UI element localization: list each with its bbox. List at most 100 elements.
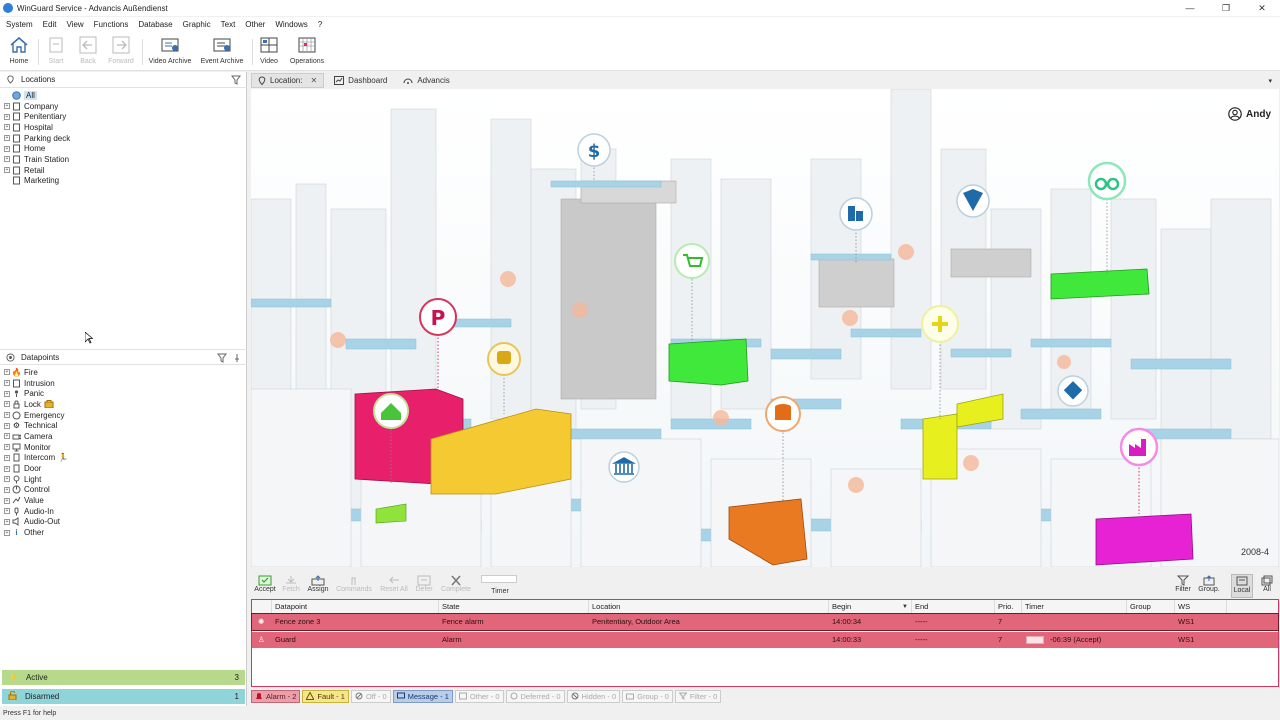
filter-button[interactable]: Filter	[1171, 574, 1195, 598]
column-end[interactable]: End	[912, 600, 995, 614]
menu-other[interactable]: Other	[245, 20, 265, 29]
menu-view[interactable]: View	[66, 20, 83, 29]
filter-other[interactable]: Other - 0	[454, 689, 504, 703]
tree-item-panic[interactable]: + Panic	[4, 388, 68, 399]
tree-item-intrusion[interactable]: + Intrusion	[4, 378, 68, 389]
tree-item-home[interactable]: + Home	[4, 143, 70, 154]
tab-advancis[interactable]: Advancis	[397, 73, 455, 88]
minimize-button[interactable]: —	[1172, 3, 1208, 14]
table-row[interactable]: ♙ Guard Alarm 14:00:33 ----- 7 -06:39 (A…	[252, 632, 1278, 648]
home-button[interactable]: Home	[4, 35, 34, 69]
filter-message[interactable]: Message - 1	[392, 689, 453, 703]
menu-windows[interactable]: Windows	[275, 20, 307, 29]
column-location[interactable]: Location	[589, 600, 829, 614]
datapoint-icon	[6, 352, 15, 362]
column-ws[interactable]: WS	[1175, 600, 1227, 614]
tab-close-icon[interactable]: ✕	[310, 76, 317, 85]
tree-item-penitentiary[interactable]: + Penitentiary	[4, 111, 70, 122]
event-archive-button[interactable]: Event Archive	[198, 35, 246, 69]
reset-all-button[interactable]: Reset All	[379, 574, 409, 598]
column-prio[interactable]: Prio.	[995, 600, 1022, 614]
column-timer[interactable]: Timer	[1022, 600, 1127, 614]
filter-icon[interactable]	[217, 353, 227, 363]
table-row[interactable]: ✺ Fence zone 3 Fence alarm Penitentiary,…	[251, 613, 1279, 631]
operations-button[interactable]: Operations	[286, 35, 328, 69]
info-icon: i	[15, 528, 18, 538]
column-datapoint[interactable]: Datapoint	[272, 600, 439, 614]
filter-filter[interactable]: Filter - 0	[674, 689, 722, 703]
tree-item-audio-out[interactable]: + Audio-Out	[4, 517, 68, 528]
forward-button[interactable]: Forward	[104, 35, 138, 69]
commands-button[interactable]: Commands	[335, 574, 373, 598]
tree-item-train-station[interactable]: + Train Station	[4, 154, 70, 165]
tree-item-audio-in[interactable]: + Audio-In	[4, 506, 68, 517]
disarmed-status-row[interactable]: Disarmed 1	[2, 689, 245, 704]
city-map-view[interactable]: $ P Andy 2008-4	[251, 89, 1279, 567]
assign-button[interactable]: Assign	[305, 574, 331, 598]
filter-alarm[interactable]: Alarm - 2	[251, 689, 301, 703]
tab-location[interactable]: Location: ✕	[251, 73, 325, 88]
menu-system[interactable]: System	[6, 20, 33, 29]
filter-off[interactable]: Off - 0	[350, 689, 391, 703]
tree-item-light[interactable]: + Light	[4, 474, 68, 485]
panic-icon	[12, 390, 21, 398]
tree-item-hospital[interactable]: + Hospital	[4, 122, 70, 133]
building-icon	[12, 112, 21, 121]
menu-functions[interactable]: Functions	[94, 20, 129, 29]
group-button[interactable]: Group.	[1197, 574, 1221, 598]
menu-edit[interactable]: Edit	[43, 20, 57, 29]
all-button[interactable]: All	[1257, 574, 1277, 598]
sort-desc-icon: ▼	[902, 604, 908, 610]
tree-item-marketing[interactable]: Marketing	[4, 176, 70, 187]
column-state[interactable]: State	[439, 600, 589, 614]
tree-item-parking-deck[interactable]: + Parking deck	[4, 133, 70, 144]
tree-item-emergency[interactable]: + Emergency	[4, 410, 68, 421]
user-indicator[interactable]: Andy	[1228, 107, 1271, 121]
forward-label: Forward	[108, 58, 134, 65]
tree-item-camera[interactable]: + Camera	[4, 431, 68, 442]
filter-icon[interactable]	[231, 75, 241, 85]
video-button[interactable]: Video	[256, 35, 282, 69]
tree-item-other[interactable]: + i Other	[4, 527, 68, 538]
back-button[interactable]: Back	[74, 35, 102, 69]
defer-button[interactable]: Defer	[413, 574, 435, 598]
filter-group[interactable]: Group - 0	[622, 689, 673, 703]
column-group[interactable]: Group	[1127, 600, 1175, 614]
filter-fault[interactable]: Fault - 1	[302, 689, 349, 703]
tree-item-all[interactable]: All	[4, 90, 70, 101]
city-3d-map[interactable]: $ P	[251, 89, 1279, 567]
column-begin[interactable]: Begin	[829, 600, 912, 614]
video-archive-button[interactable]: Video Archive	[146, 35, 194, 69]
tab-overflow-icon[interactable]: ▾	[1268, 77, 1272, 85]
menu-graphic[interactable]: Graphic	[183, 20, 211, 29]
complete-button[interactable]: Complete	[439, 574, 473, 598]
fetch-button[interactable]: Fetch	[279, 574, 303, 598]
tree-item-monitor[interactable]: + Monitor	[4, 442, 68, 453]
menu-text[interactable]: Text	[221, 20, 236, 29]
tree-item-fire[interactable]: + 🔥 Fire	[4, 367, 68, 378]
tree-item-lock[interactable]: + Lock	[4, 399, 68, 410]
active-status-row[interactable]: ⚡ Active 3	[2, 670, 245, 685]
restore-button[interactable]: ❐	[1208, 3, 1244, 14]
tree-item-retail[interactable]: + Retail	[4, 165, 70, 176]
pin-icon[interactable]	[232, 353, 242, 363]
start-button[interactable]: Start	[42, 35, 70, 69]
highlight-green-building	[668, 338, 749, 386]
filter-deferred[interactable]: Deferred - 0	[505, 689, 565, 703]
tree-item-company[interactable]: + Company	[4, 101, 70, 112]
tree-item-intercom[interactable]: + Intercom 🏃	[4, 453, 68, 464]
back-label: Back	[80, 58, 96, 65]
accept-button[interactable]: Accept	[253, 574, 277, 598]
menu-database[interactable]: Database	[138, 20, 172, 29]
tree-item-value[interactable]: + Value	[4, 495, 68, 506]
menu-help[interactable]: ?	[318, 20, 322, 29]
tree-item-technical[interactable]: + ⚙ Technical	[4, 420, 68, 431]
tab-dashboard[interactable]: Dashboard	[328, 73, 393, 88]
operations-icon	[296, 35, 318, 55]
tree-item-door[interactable]: + Door	[4, 463, 68, 474]
tree-item-control[interactable]: + Control	[4, 485, 68, 496]
video-archive-label: Video Archive	[148, 58, 192, 65]
local-button[interactable]: Local	[1231, 574, 1253, 598]
filter-hidden[interactable]: Hidden - 0	[566, 689, 621, 703]
close-button[interactable]: ✕	[1244, 3, 1280, 14]
